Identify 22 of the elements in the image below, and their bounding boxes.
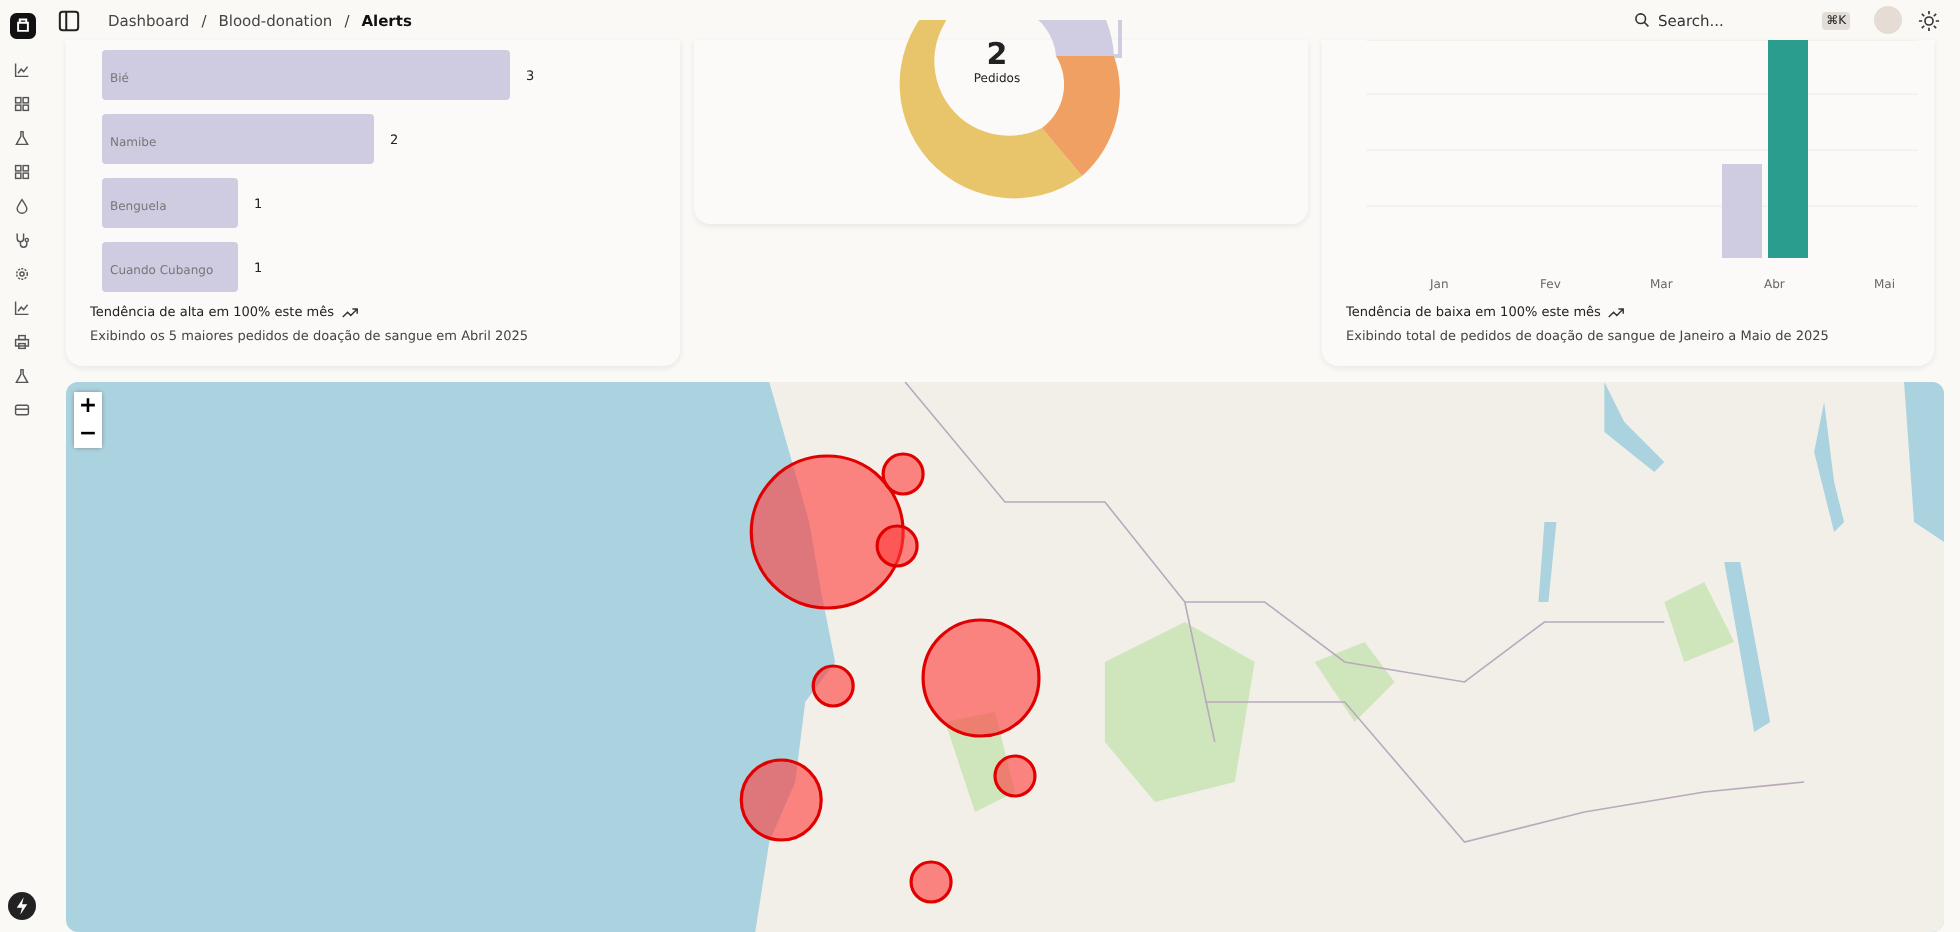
sidebar-toggle-icon[interactable] — [58, 9, 80, 31]
stethoscope-icon[interactable] — [14, 232, 30, 248]
bar — [102, 242, 238, 292]
bolt-icon[interactable] — [8, 892, 36, 920]
printer-icon[interactable] — [14, 334, 30, 350]
total-count: 2 — [986, 36, 1008, 72]
flask-icon[interactable] — [14, 368, 30, 384]
flask-icon[interactable] — [14, 130, 30, 146]
zoom-in-button[interactable]: + — [74, 392, 102, 420]
bar — [102, 178, 238, 228]
trending-up-icon — [342, 307, 358, 317]
chart-line-icon[interactable] — [14, 62, 30, 78]
search-icon — [1634, 12, 1650, 28]
chart-line-icon[interactable] — [14, 300, 30, 316]
droplet-icon[interactable] — [14, 198, 30, 214]
zoom-out-button[interactable]: − — [74, 420, 102, 448]
sun-icon[interactable] — [1918, 9, 1940, 31]
gear-icon[interactable] — [14, 266, 30, 282]
logo-icon[interactable] — [9, 12, 35, 40]
grid-icon[interactable] — [14, 164, 30, 180]
grid-icon[interactable] — [14, 96, 30, 112]
card-icon[interactable] — [14, 402, 30, 418]
